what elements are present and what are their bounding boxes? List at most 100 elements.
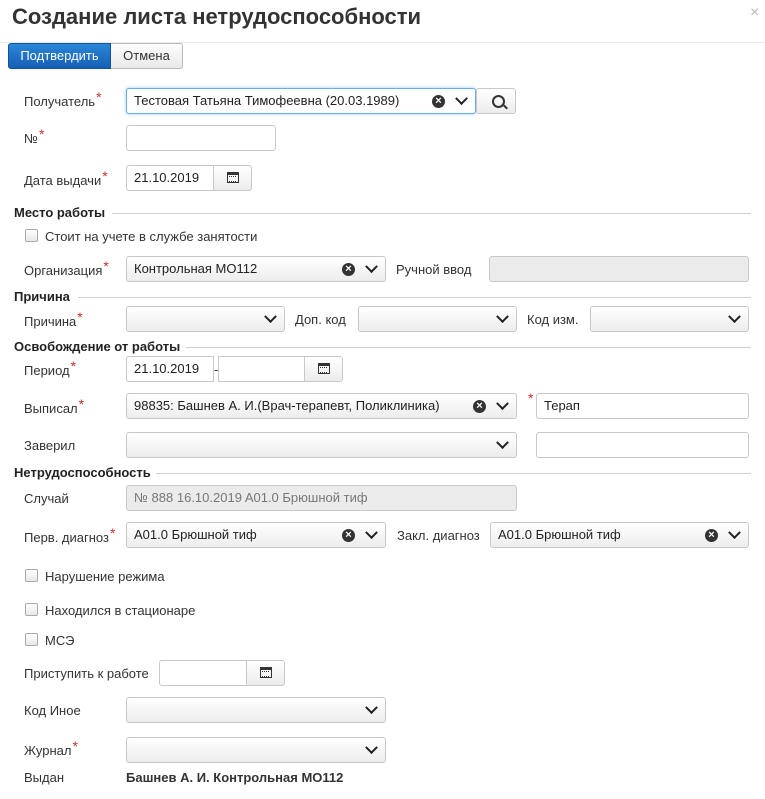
change-code-select[interactable] xyxy=(590,306,749,332)
required-mark: * xyxy=(70,358,77,374)
recipient-search-button[interactable] xyxy=(476,88,516,114)
return-date-label: Приступить к работе xyxy=(24,666,149,681)
section-divider xyxy=(156,473,751,474)
chevron-down-icon[interactable] xyxy=(365,260,378,274)
issue-date-calendar-button[interactable] xyxy=(213,165,252,191)
number-label: №* xyxy=(24,126,44,146)
section-divider xyxy=(186,347,751,348)
calendar-icon xyxy=(318,363,330,374)
clear-icon[interactable]: × xyxy=(342,529,355,542)
certified-select[interactable] xyxy=(126,432,517,458)
required-mark: * xyxy=(527,390,533,410)
final-diagnosis-select[interactable]: A01.0 Брюшной тиф × xyxy=(490,522,749,548)
specialty-input[interactable]: Терап xyxy=(536,393,749,419)
close-icon[interactable]: × xyxy=(750,4,759,22)
required-mark: * xyxy=(77,309,83,325)
case-label: Случай xyxy=(24,491,69,506)
return-date-input[interactable] xyxy=(159,660,247,686)
mse-checkbox[interactable] xyxy=(25,633,38,646)
section-disability: Нетрудоспособность xyxy=(14,465,151,480)
period-from-input[interactable]: 21.10.2019 xyxy=(126,356,214,382)
required-mark: * xyxy=(103,258,109,274)
recipient-label-text: Получатель xyxy=(24,94,96,109)
issued-value: Башнев А. И. Контрольная МО112 xyxy=(126,770,344,785)
first-diagnosis-value: A01.0 Брюшной тиф xyxy=(134,527,257,542)
required-mark: * xyxy=(38,126,45,142)
organization-select[interactable]: Контрольная МО112 × xyxy=(126,256,386,282)
first-diagnosis-select[interactable]: A01.0 Брюшной тиф × xyxy=(126,522,386,548)
period-to-input[interactable] xyxy=(218,356,305,382)
regime-violation-label: Нарушение режима xyxy=(45,569,165,584)
period-calendar-button[interactable] xyxy=(304,356,343,382)
first-diagnosis-label-text: Перв. диагноз xyxy=(24,530,109,545)
issued-by-label-text: Выписал xyxy=(24,401,78,416)
clear-icon[interactable]: × xyxy=(342,263,355,276)
mse-label: МСЭ xyxy=(45,633,75,648)
chevron-down-icon[interactable] xyxy=(365,701,378,715)
chevron-down-icon[interactable] xyxy=(365,741,378,755)
reason-label-text: Причина xyxy=(24,314,77,329)
other-code-label: Код Иное xyxy=(24,703,81,718)
search-icon xyxy=(492,95,505,108)
calendar-icon xyxy=(227,172,239,183)
chevron-down-icon[interactable] xyxy=(728,310,741,324)
extra-code-select[interactable] xyxy=(358,306,517,332)
issued-by-value: 98835: Башнев А. И.(Врач-терапевт, Полик… xyxy=(134,398,440,413)
required-mark: * xyxy=(528,390,534,406)
required-mark: * xyxy=(109,525,116,541)
chevron-down-icon[interactable] xyxy=(264,310,277,324)
chevron-down-icon[interactable] xyxy=(496,310,509,324)
issued-by-label: Выписал* xyxy=(24,396,84,416)
reason-select[interactable] xyxy=(126,306,285,332)
confirm-button[interactable]: Подтвердить xyxy=(8,43,111,69)
final-diagnosis-label: Закл. диагноз xyxy=(397,528,480,543)
certified-label: Заверил xyxy=(24,438,76,453)
return-date-calendar-button[interactable] xyxy=(246,660,285,686)
hospital-label: Находился в стационаре xyxy=(45,603,196,618)
cancel-button[interactable]: Отмена xyxy=(111,43,183,69)
number-label-text: № xyxy=(24,131,38,146)
required-mark: * xyxy=(78,396,85,412)
period-label: Период* xyxy=(24,358,76,378)
chevron-down-icon[interactable] xyxy=(496,436,509,450)
chevron-down-icon[interactable] xyxy=(365,526,378,540)
issued-by-select[interactable]: 98835: Башнев А. И.(Врач-терапевт, Полик… xyxy=(126,393,517,419)
section-workplace: Место работы xyxy=(14,205,106,220)
recipient-label: Получатель* xyxy=(24,89,102,109)
final-diagnosis-value: A01.0 Брюшной тиф xyxy=(498,527,621,542)
journal-select[interactable] xyxy=(126,737,386,763)
organization-label: Организация* xyxy=(24,258,109,278)
change-code-label: Код изм. xyxy=(527,312,579,327)
section-reason: Причина xyxy=(14,289,70,304)
chevron-down-icon[interactable] xyxy=(455,92,468,106)
period-label-text: Период xyxy=(24,363,70,378)
hospital-checkbox[interactable] xyxy=(25,603,38,616)
issue-date-label: Дата выдачи* xyxy=(24,168,108,188)
required-mark: * xyxy=(72,738,78,754)
employment-checkbox[interactable] xyxy=(25,229,38,242)
chevron-down-icon[interactable] xyxy=(496,397,509,411)
regime-violation-checkbox[interactable] xyxy=(25,569,38,582)
number-input[interactable] xyxy=(126,125,276,151)
clear-icon[interactable]: × xyxy=(705,529,718,542)
clear-icon[interactable]: × xyxy=(432,95,445,108)
certified-extra-input[interactable] xyxy=(536,432,749,458)
section-release: Освобождение от работы xyxy=(14,339,181,354)
journal-label: Журнал* xyxy=(24,738,78,758)
clear-icon[interactable]: × xyxy=(473,400,486,413)
required-mark: * xyxy=(96,89,102,105)
chevron-down-icon[interactable] xyxy=(728,526,741,540)
issue-date-input[interactable]: 21.10.2019 xyxy=(126,165,214,191)
other-code-select[interactable] xyxy=(126,697,386,723)
issue-date-label-text: Дата выдачи xyxy=(24,173,102,188)
recipient-value: Тестовая Татьяна Тимофеевна (20.03.1989) xyxy=(134,93,400,108)
recipient-select[interactable]: Тестовая Татьяна Тимофеевна (20.03.1989)… xyxy=(126,88,476,114)
issued-label: Выдан xyxy=(24,770,65,785)
calendar-icon xyxy=(260,667,272,678)
first-diagnosis-label: Перв. диагноз* xyxy=(24,525,115,545)
journal-label-text: Журнал xyxy=(24,743,72,758)
extra-code-label: Доп. код xyxy=(295,312,346,327)
required-mark: * xyxy=(102,168,108,184)
manual-input-label: Ручной ввод xyxy=(396,262,472,277)
organization-label-text: Организация xyxy=(24,263,103,278)
